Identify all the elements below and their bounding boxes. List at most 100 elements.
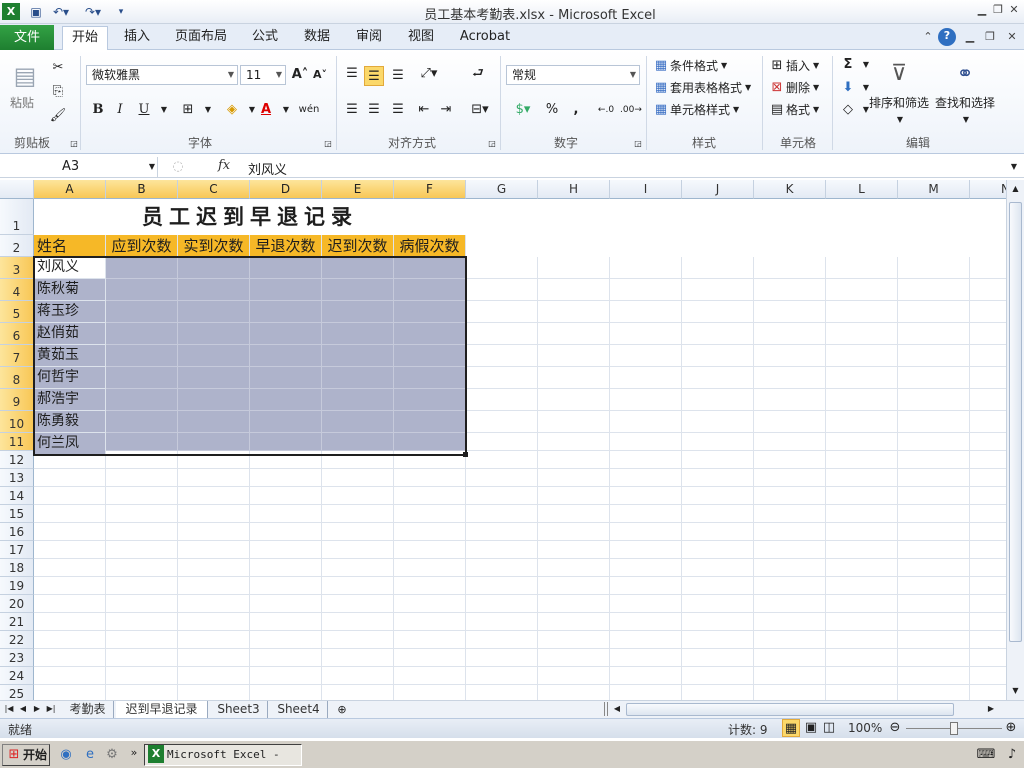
grid-cell[interactable]	[610, 631, 682, 649]
grid-cell[interactable]	[394, 631, 466, 649]
grid-cell[interactable]	[322, 541, 394, 559]
grid-cell[interactable]	[250, 613, 322, 631]
grid-cell[interactable]	[754, 667, 826, 685]
worksheet-grid[interactable]: ABCDEFGHIJKLMN 1 2 3 4 5 6 7 8 9 10 11 12 13 14 15 16 17…	[0, 180, 1006, 700]
grid-cell[interactable]	[754, 451, 826, 469]
grid-cell[interactable]	[322, 685, 394, 700]
grid-cell[interactable]	[178, 685, 250, 700]
header-cell-late[interactable]: 迟到次数	[322, 235, 394, 257]
grid-cell[interactable]	[898, 613, 970, 631]
grid-cell[interactable]	[682, 345, 754, 367]
grid-cell[interactable]	[970, 631, 1006, 649]
grid-cell[interactable]	[466, 367, 538, 389]
grid-cell[interactable]	[610, 345, 682, 367]
chevron-down-icon[interactable]: ▼	[856, 55, 876, 75]
grid-cell[interactable]	[250, 505, 322, 523]
grid-cell[interactable]	[826, 505, 898, 523]
increase-decimal-icon[interactable]: ←.0	[596, 100, 616, 120]
grid-cell[interactable]	[826, 613, 898, 631]
grid-cell[interactable]	[538, 451, 610, 469]
grid-cell[interactable]	[106, 301, 178, 323]
grid-cell[interactable]	[250, 411, 322, 433]
grid-cell[interactable]	[682, 301, 754, 323]
grid-cell[interactable]	[466, 685, 538, 700]
column-header[interactable]: M	[898, 180, 970, 199]
name-cell[interactable]: 郝浩宇	[34, 389, 106, 411]
grid-cell[interactable]	[970, 367, 1006, 389]
minimize-ribbon-icon[interactable]: ⌃	[920, 29, 936, 45]
grid-cell[interactable]	[34, 685, 106, 700]
grid-cell[interactable]	[610, 613, 682, 631]
grid-cell[interactable]	[106, 279, 178, 301]
chevron-down-icon[interactable]: ▼	[890, 110, 910, 130]
grid-cell[interactable]	[610, 649, 682, 667]
grid-cell[interactable]	[106, 257, 178, 279]
grid-cell[interactable]	[538, 367, 610, 389]
grid-cell[interactable]	[250, 345, 322, 367]
grid-cell[interactable]	[322, 367, 394, 389]
grid-cell[interactable]	[826, 367, 898, 389]
delete-cells-button[interactable]: ⊠ 删除 ▼	[768, 79, 820, 96]
format-cells-button[interactable]: ▤ 格式 ▼	[768, 101, 819, 118]
grid-cell[interactable]	[610, 279, 682, 301]
sort-filter-button[interactable]: 排序和筛选	[869, 94, 929, 111]
grid-cell[interactable]	[34, 559, 106, 577]
grid-cell[interactable]	[682, 367, 754, 389]
borders-icon[interactable]: ⊞	[178, 100, 198, 120]
grid-cell[interactable]	[754, 389, 826, 411]
name-cell[interactable]: 赵俏茹	[34, 323, 106, 345]
grid-cell[interactable]	[826, 433, 898, 451]
grid-cell[interactable]	[250, 523, 322, 541]
grid-cell[interactable]	[178, 451, 250, 469]
grid-cell[interactable]	[34, 469, 106, 487]
grid-cell[interactable]	[178, 577, 250, 595]
grid-cell[interactable]	[322, 469, 394, 487]
sheet-tab-sheet4[interactable]: Sheet4	[270, 701, 328, 718]
first-sheet-icon[interactable]: |◀	[2, 699, 16, 719]
grid-cell[interactable]	[610, 301, 682, 323]
decrease-indent-icon[interactable]: ⇤	[414, 100, 434, 120]
header-cell-early-leave[interactable]: 早退次数	[250, 235, 322, 257]
grid-cell[interactable]	[826, 541, 898, 559]
scroll-left-icon[interactable]: ◀	[610, 699, 624, 719]
grid-cell[interactable]	[898, 279, 970, 301]
grid-cell[interactable]	[538, 667, 610, 685]
grid-cell[interactable]	[466, 523, 538, 541]
grid-cell[interactable]	[250, 301, 322, 323]
number-launcher-icon[interactable]: ◲	[628, 134, 648, 154]
phonetic-guide-button[interactable]: wén	[296, 100, 322, 120]
row-header[interactable]: 16	[0, 523, 34, 541]
sheet-tab-late-early[interactable]: 迟到早退记录	[116, 701, 208, 718]
bold-button[interactable]: B	[88, 100, 108, 120]
row-header[interactable]: 18	[0, 559, 34, 577]
grid-cell[interactable]	[538, 595, 610, 613]
grid-cell[interactable]	[754, 559, 826, 577]
grid-cell[interactable]	[322, 505, 394, 523]
tab-page-layout[interactable]: 页面布局	[170, 26, 232, 50]
column-header[interactable]: E	[322, 180, 394, 199]
grid-cell[interactable]	[466, 389, 538, 411]
scroll-up-icon[interactable]: ▲	[1007, 180, 1024, 198]
grid-cell[interactable]	[610, 323, 682, 345]
grid-cell[interactable]	[250, 541, 322, 559]
grid-cell[interactable]	[466, 451, 538, 469]
grid-cell[interactable]	[394, 487, 466, 505]
wrap-text-icon[interactable]: ⮐	[468, 64, 488, 84]
column-header[interactable]: N	[970, 180, 1006, 199]
grid-cell[interactable]	[826, 257, 898, 279]
row-header[interactable]: 8	[0, 367, 34, 389]
align-right-icon[interactable]: ☰	[388, 100, 408, 120]
grid-cell[interactable]	[106, 523, 178, 541]
grid-cell[interactable]	[322, 631, 394, 649]
grid-cell[interactable]	[106, 577, 178, 595]
page-layout-view-icon[interactable]: ▣	[802, 719, 820, 737]
grid-cell[interactable]	[34, 541, 106, 559]
name-cell[interactable]: 蒋玉珍	[34, 301, 106, 323]
grid-cell[interactable]	[106, 367, 178, 389]
grid-cell[interactable]	[610, 487, 682, 505]
grid-cell[interactable]	[106, 323, 178, 345]
grid-cell[interactable]	[538, 631, 610, 649]
grid-cell[interactable]	[970, 345, 1006, 367]
grid-cell[interactable]	[898, 487, 970, 505]
grid-cell[interactable]	[106, 667, 178, 685]
